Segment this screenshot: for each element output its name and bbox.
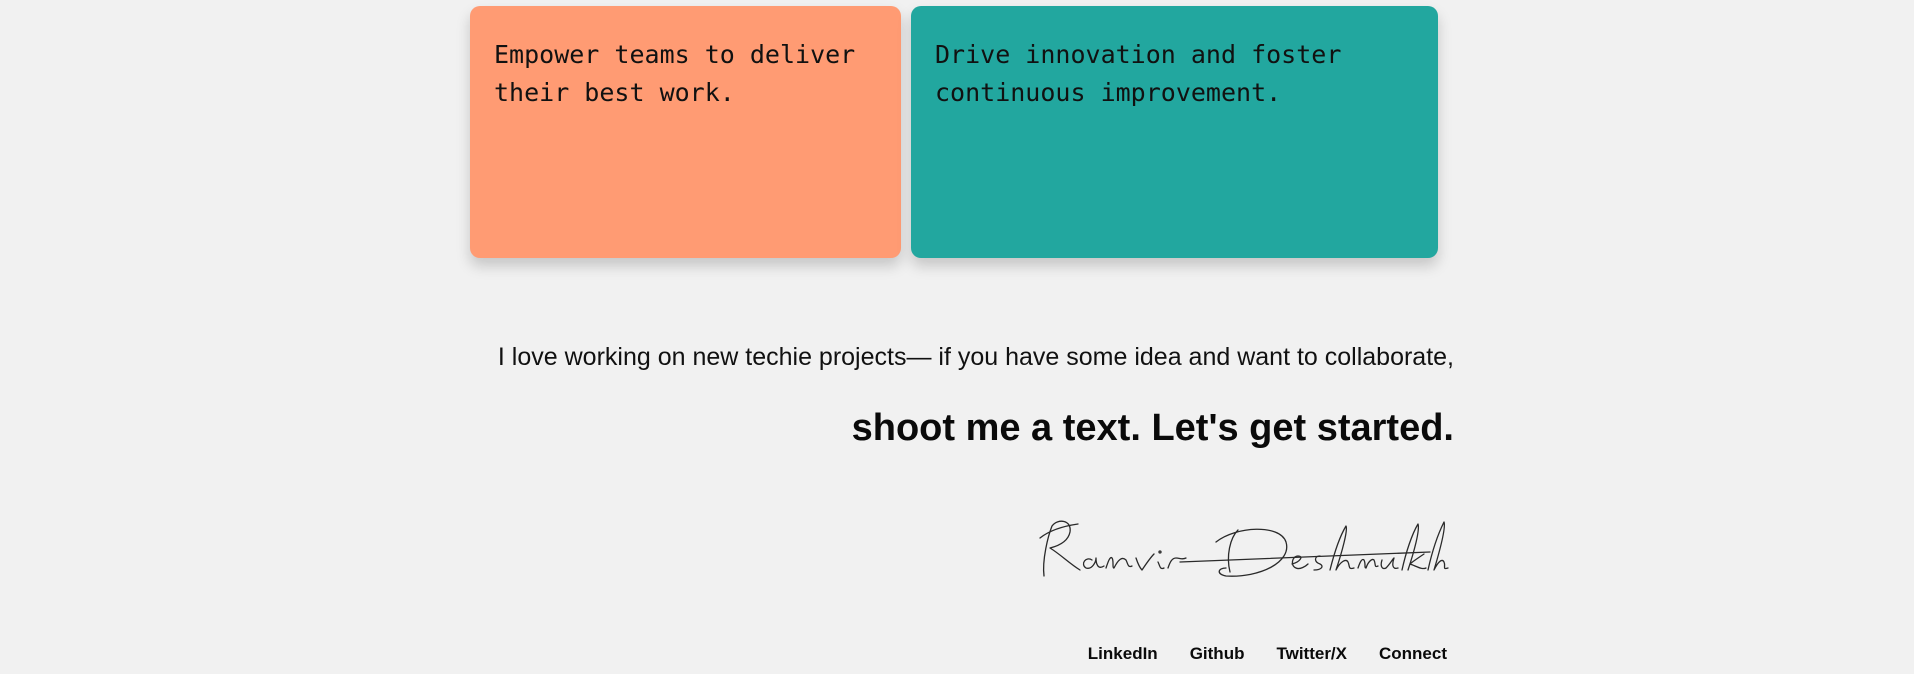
footer-link-connect[interactable]: Connect [1379,644,1447,664]
call-to-action-heading: shoot me a text. Let's get started. [851,407,1454,449]
page: Empower teams to deliver their best work… [0,0,1914,674]
value-card-text: Empower teams to deliver their best work… [494,40,856,107]
collaboration-intro: I love working on new techie projects— i… [497,343,1454,371]
footer-link-twitter[interactable]: Twitter/X [1276,644,1347,664]
value-card-innovation: Drive innovation and foster continuous i… [911,6,1438,258]
footer-link-github[interactable]: Github [1190,644,1245,664]
value-card-empower: Empower teams to deliver their best work… [470,6,901,258]
value-card-text: Drive innovation and foster continuous i… [935,40,1342,107]
footer-nav: LinkedIn Github Twitter/X Connect [1088,644,1447,664]
footer-link-linkedin[interactable]: LinkedIn [1088,644,1158,664]
signature-image [1039,520,1449,577]
